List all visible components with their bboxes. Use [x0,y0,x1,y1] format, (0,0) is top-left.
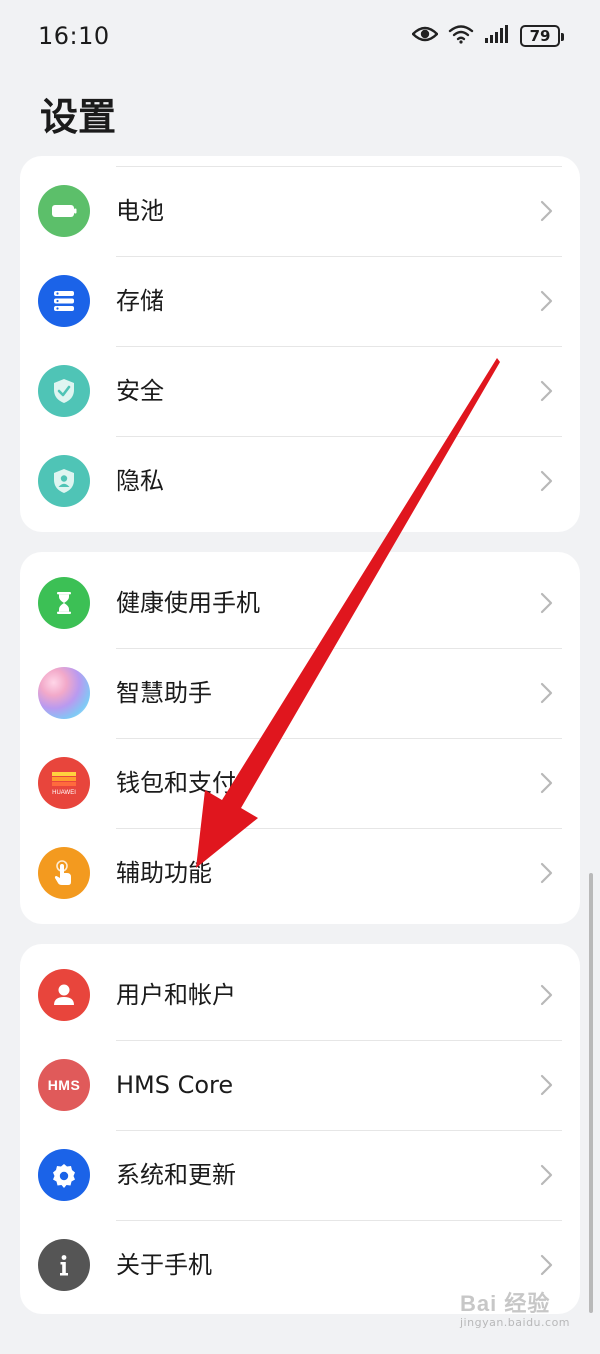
wallet-icon: HUAWEI [38,757,90,809]
settings-item-accessibility[interactable]: 辅助功能 [20,828,580,918]
watermark-brand: Bai 经验 [460,1291,551,1316]
settings-item-users-accounts[interactable]: 用户和帐户 [20,950,580,1040]
gear-icon [38,1149,90,1201]
settings-item-label: 存储 [116,287,164,315]
hourglass-icon [38,577,90,629]
wallet-icon-text: HUAWEI [52,790,76,796]
chevron-right-icon [540,470,553,492]
watermark: Bai 经验 jingyan.baidu.com [460,1286,590,1336]
info-icon [38,1239,90,1291]
settings-item-system-update[interactable]: 系统和更新 [20,1130,580,1220]
signal-icon [484,24,510,48]
settings-item-hms-core[interactable]: HMS HMS Core [20,1040,580,1130]
settings-item-digital-balance[interactable]: 健康使用手机 [20,558,580,648]
settings-item-assistant[interactable]: 智慧助手 [20,648,580,738]
watermark-url: jingyan.baidu.com [460,1316,571,1329]
settings-item-label: 智慧助手 [116,679,212,707]
battery-level: 79 [529,27,551,45]
chevron-right-icon [540,862,553,884]
chevron-right-icon [540,592,553,614]
settings-item-label: 系统和更新 [116,1161,236,1189]
settings-item-battery[interactable]: 电池 [20,166,580,256]
status-icons: 79 [411,24,564,48]
hms-icon-text: HMS [47,1077,81,1093]
user-icon [38,969,90,1021]
settings-item-label: 健康使用手机 [116,589,260,617]
settings-item-label: HMS Core [116,1071,234,1099]
settings-item-label: 隐私 [116,467,164,495]
settings-item-label: 辅助功能 [116,859,212,887]
page-title: 设置 [40,95,117,139]
settings-item-security[interactable]: 安全 [20,346,580,436]
settings-item-label: 钱包和支付 [116,769,236,797]
assistant-orb-icon [38,667,90,719]
settings-item-privacy[interactable]: 隐私 [20,436,580,526]
settings-item-label: 关于手机 [116,1251,212,1279]
chevron-right-icon [540,682,553,704]
battery-icon [38,185,90,237]
chevron-right-icon [540,984,553,1006]
settings-item-label: 安全 [116,377,164,405]
chevron-right-icon [540,200,553,222]
settings-group-1: 电池 存储 安全 隐私 [20,156,580,532]
hand-touch-icon [38,847,90,899]
wifi-icon [448,24,474,48]
settings-group-3: 用户和帐户 HMS HMS Core 系统和更新 关于手机 [20,944,580,1314]
settings-item-label: 电池 [116,197,164,225]
chevron-right-icon [540,290,553,312]
hms-icon: HMS [38,1059,90,1111]
storage-icon [38,275,90,327]
privacy-shield-icon [38,455,90,507]
status-bar: 16:10 79 [0,0,600,76]
settings-item-storage[interactable]: 存储 [20,256,580,346]
battery-icon: 79 [520,25,564,47]
chevron-right-icon [540,1254,553,1276]
chevron-right-icon [540,1074,553,1096]
eye-icon [411,25,439,47]
chevron-right-icon [540,1164,553,1186]
chevron-right-icon [540,772,553,794]
status-time: 16:10 [38,22,110,50]
settings-group-2: 健康使用手机 智慧助手 HUAWEI 钱包和支付 辅助功能 [20,552,580,924]
scrollbar[interactable] [589,873,593,1313]
settings-item-label: 用户和帐户 [116,981,236,1009]
chevron-right-icon [540,380,553,402]
settings-item-wallet[interactable]: HUAWEI 钱包和支付 [20,738,580,828]
shield-check-icon [38,365,90,417]
